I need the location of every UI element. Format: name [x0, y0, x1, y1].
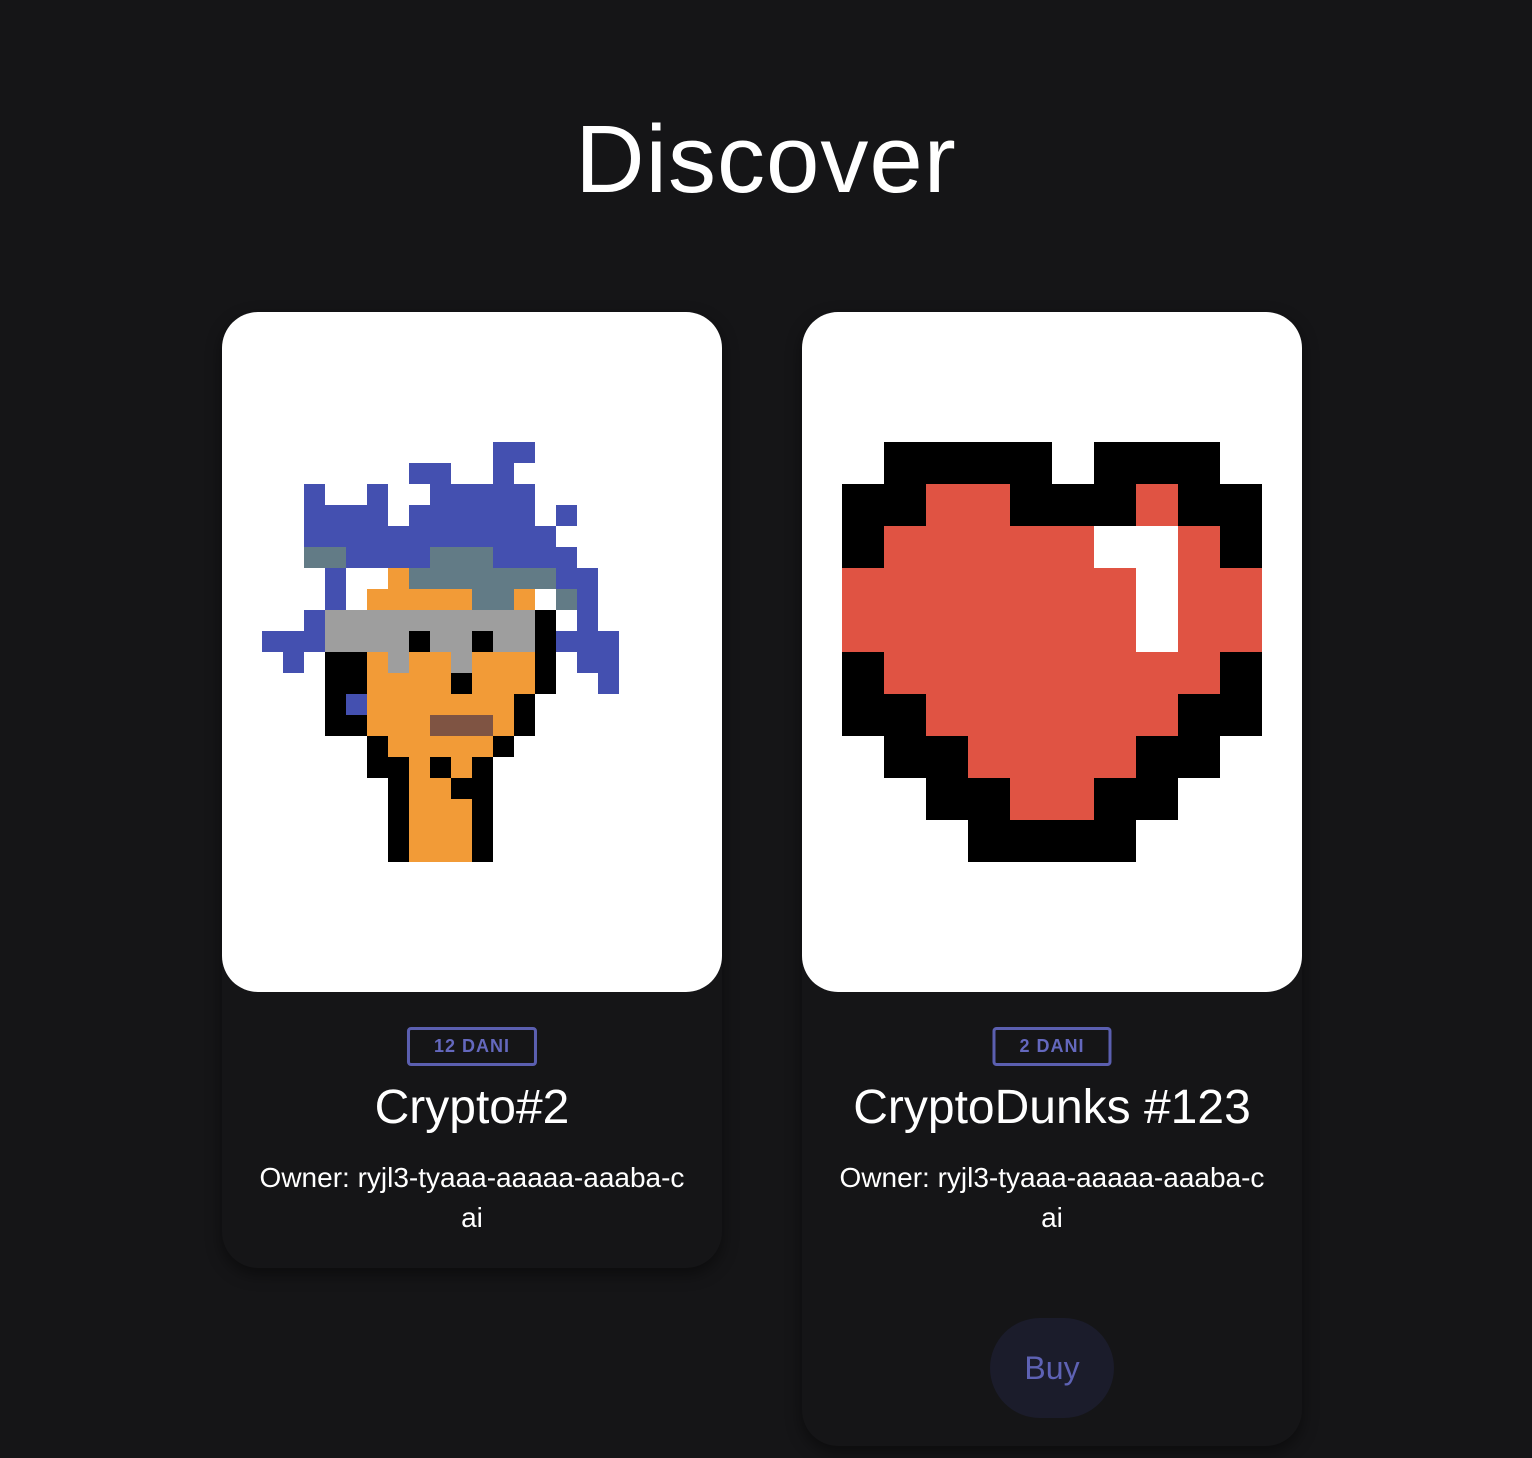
nft-card[interactable]: 12 DANI Crypto#2 Owner: ryjl3-tyaaa-aaaa… — [222, 312, 722, 1268]
pixel-punk-avatar-icon — [262, 442, 619, 862]
nft-name: Crypto#2 — [374, 1081, 570, 1134]
nft-image — [222, 312, 722, 992]
price-badge: 12 DANI — [406, 1027, 538, 1066]
nft-card[interactable]: 2 DANI CryptoDunks #123 Owner: ryjl3-tya… — [802, 312, 1302, 1446]
nft-image — [802, 312, 1302, 992]
price-badge: 2 DANI — [992, 1027, 1112, 1066]
discover-page: Discover 12 DANI Crypto#2 Owner: ryjl3-t… — [0, 0, 1532, 1458]
nft-name: CryptoDunks #123 — [853, 1081, 1251, 1134]
page-title: Discover — [575, 106, 957, 214]
nft-owner: Owner: ryjl3-tyaaa-aaaaa-aaaba-cai — [259, 1162, 685, 1233]
nft-owner: Owner: ryjl3-tyaaa-aaaaa-aaaba-cai — [839, 1162, 1265, 1233]
pixel-heart-icon — [842, 442, 1262, 862]
buy-button[interactable]: Buy — [990, 1318, 1114, 1418]
